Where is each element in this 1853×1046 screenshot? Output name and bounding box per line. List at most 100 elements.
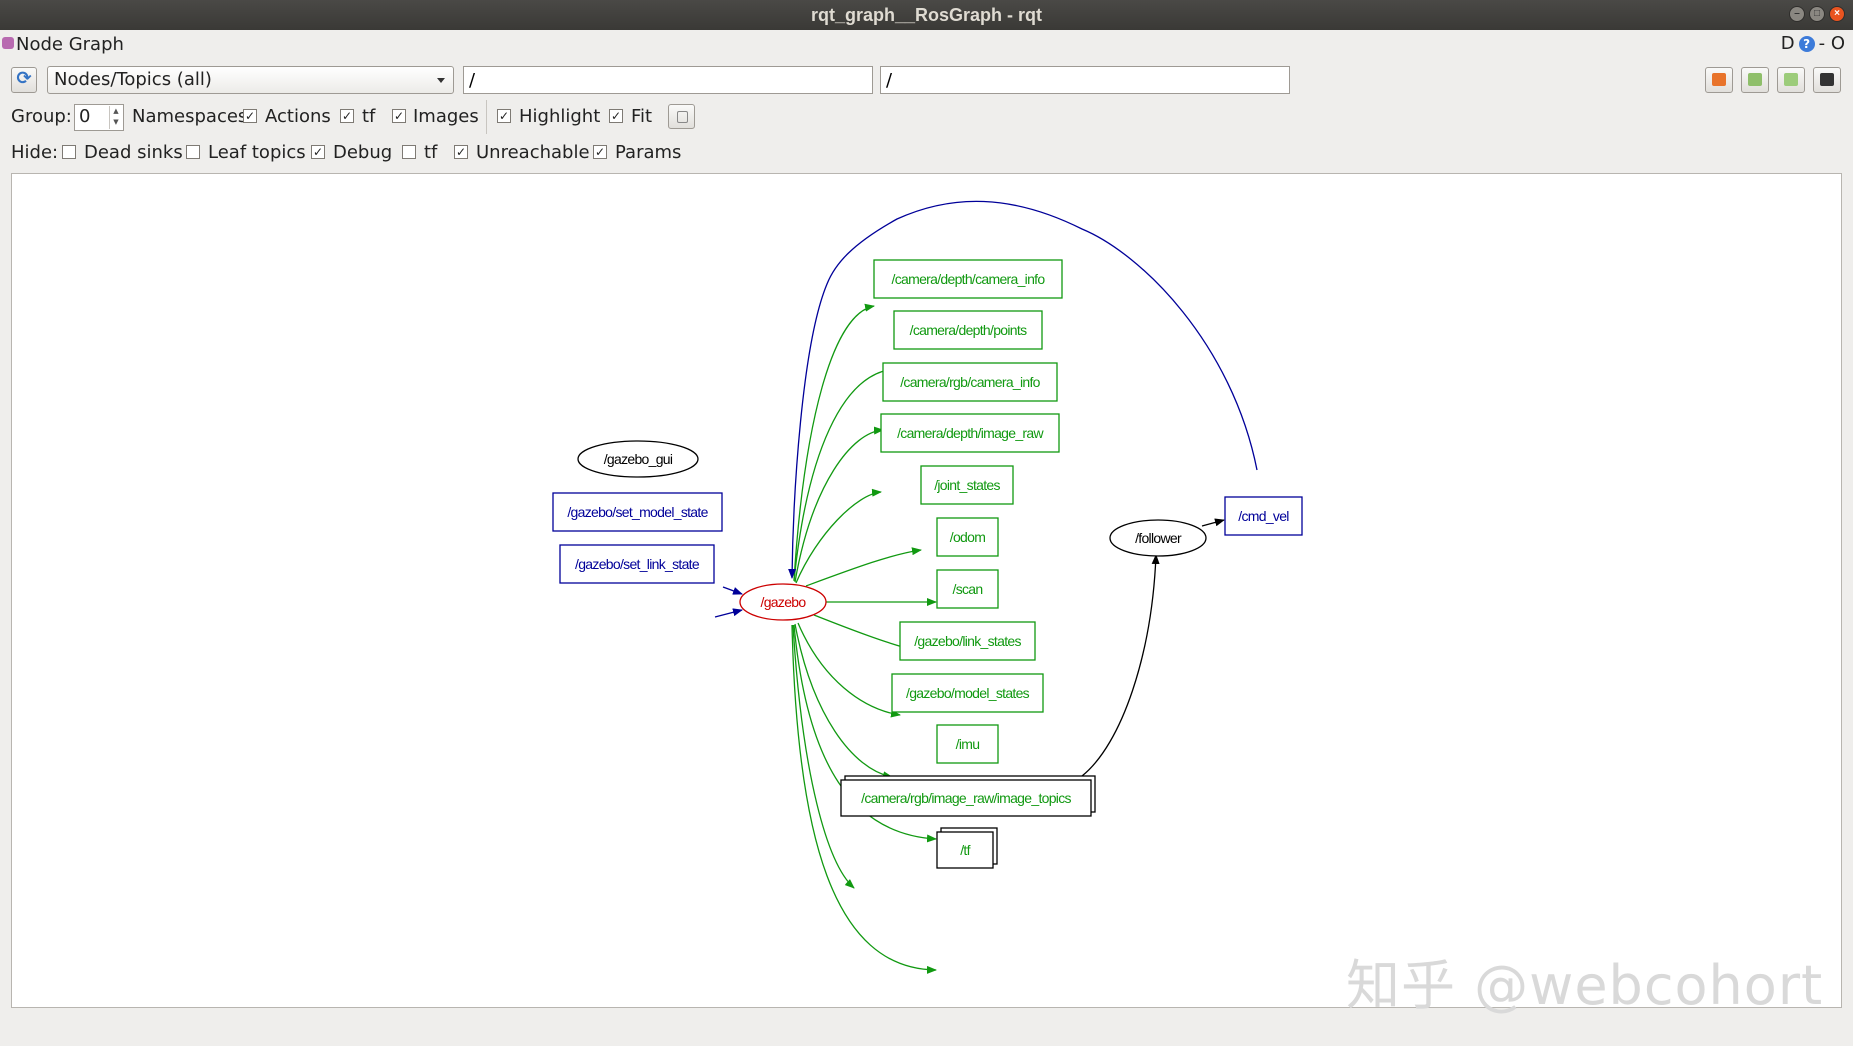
group-label: Group: <box>11 106 72 127</box>
topic-image-topics[interactable]: /camera/rgb/image_raw/image_topics <box>840 775 1096 817</box>
dead-sinks-checkbox[interactable] <box>62 145 76 159</box>
chevron-down-icon <box>437 78 445 83</box>
actions-label: Actions <box>265 106 331 127</box>
image-icon <box>1784 73 1798 86</box>
fit-in-view-button[interactable] <box>668 104 695 129</box>
topic-set-link-state[interactable]: /gazebo/set_link_state <box>559 544 715 584</box>
topic-scan[interactable]: /scan <box>936 569 999 609</box>
topic-label: /cmd_vel <box>1238 508 1289 524</box>
hide-tf-label: tf <box>424 142 438 163</box>
group-spinbox[interactable]: 0 ▲ ▼ <box>74 104 124 131</box>
debug-label: Debug <box>333 142 393 163</box>
refresh-button[interactable]: ⟳ <box>11 67 37 93</box>
topic-label: /scan <box>953 581 983 597</box>
topic-label: /gazebo/set_link_state <box>575 556 700 572</box>
topic-depth-camera-info[interactable]: /camera/depth/camera_info <box>873 259 1063 299</box>
debug-checkbox[interactable]: ✓ <box>311 145 325 159</box>
fit-label: Fit <box>631 106 653 127</box>
edge-gazebo-image-topics <box>792 624 855 889</box>
unreachable-checkbox[interactable]: ✓ <box>454 145 468 159</box>
hide-tf-checkbox[interactable] <box>402 145 416 159</box>
node-label: /gazebo <box>761 594 807 610</box>
close-icon[interactable]: × <box>1829 6 1845 22</box>
watermark: 知乎 @webcohort <box>1346 954 1824 1017</box>
highlight-checkbox[interactable]: ✓ <box>497 109 511 123</box>
topic-set-model-state[interactable]: /gazebo/set_model_state <box>552 492 723 532</box>
topic-filter-input[interactable] <box>880 66 1290 94</box>
save-dot-button[interactable] <box>1741 67 1769 93</box>
node-filter-input[interactable] <box>463 66 873 94</box>
topic-joint-states[interactable]: /joint_states <box>920 465 1014 505</box>
topic-rgb-camera-info[interactable]: /camera/rgb/camera_info <box>882 362 1058 402</box>
follower-edges <box>1081 518 1225 777</box>
unreachable-label: Unreachable <box>476 142 590 163</box>
plugin-icon <box>2 37 14 49</box>
save-image-button[interactable] <box>1813 67 1841 93</box>
maximize-icon[interactable]: □ <box>1809 6 1825 22</box>
topic-label: /gazebo/set_model_state <box>567 504 708 520</box>
topic-link-states[interactable]: /gazebo/link_states <box>899 621 1036 661</box>
edge-gazebo-link-states <box>797 622 901 718</box>
group-value: 0 <box>79 106 91 127</box>
topic-odom[interactable]: /odom <box>936 517 999 557</box>
spin-arrows-icon[interactable]: ▲ ▼ <box>109 106 122 129</box>
close-plugin-button[interactable]: - O <box>1819 33 1845 54</box>
ros-graph[interactable]: /gazebo_gui /gazebo /follower /gazebo/se… <box>12 174 1842 1008</box>
topic-depth-image-raw[interactable]: /camera/depth/image_raw <box>880 413 1060 453</box>
tf-checkbox[interactable]: ✓ <box>392 109 406 123</box>
window-titlebar: rqt_graph__RosGraph - rqt – □ × <box>0 0 1853 30</box>
refresh-icon: ⟳ <box>16 68 32 89</box>
plugin-title: Node Graph <box>16 34 124 55</box>
save-icon <box>1748 73 1762 86</box>
edge-follower-cmd-vel <box>1201 518 1225 527</box>
plugin-header-controls: D ? - O <box>1781 33 1845 54</box>
topic-depth-points[interactable]: /camera/depth/points <box>893 310 1043 350</box>
leaf-topics-label: Leaf topics <box>208 142 306 163</box>
topic-label: /imu <box>956 736 980 752</box>
topic-label: /camera/depth/camera_info <box>892 271 1046 287</box>
topic-label: /tf <box>960 842 970 858</box>
params-label: Params <box>615 142 682 163</box>
actions-checkbox[interactable]: ✓ <box>340 109 354 123</box>
edge-image-topics-follower <box>1081 554 1160 777</box>
edge-gazebo-depth-camera-info <box>793 303 875 581</box>
dead-sinks-label: Dead sinks <box>84 142 183 163</box>
graph-mode-select[interactable]: Nodes/Topics (all) <box>47 66 454 94</box>
screen-icon <box>1820 73 1834 86</box>
topic-label: /gazebo/model_states <box>906 685 1030 701</box>
edge-gazebo-joint-states <box>805 547 922 587</box>
topic-label: /gazebo/link_states <box>914 633 1021 649</box>
topic-cmd-vel[interactable]: /cmd_vel <box>1224 496 1303 536</box>
topic-imu[interactable]: /imu <box>936 724 999 764</box>
window-controls: – □ × <box>1789 6 1845 22</box>
topic-tf[interactable]: /tf <box>936 827 998 869</box>
node-label: /gazebo_gui <box>604 451 673 467</box>
hide-label: Hide: <box>11 142 59 163</box>
dock-button[interactable]: D <box>1781 33 1795 54</box>
namespaces-label: Namespaces <box>132 106 248 127</box>
help-icon[interactable]: ? <box>1798 35 1815 52</box>
leaf-topics-checkbox[interactable] <box>186 145 200 159</box>
load-dot-button[interactable] <box>1705 67 1733 93</box>
save-svg-button[interactable] <box>1777 67 1805 93</box>
minimize-icon[interactable]: – <box>1789 6 1805 22</box>
fit-icon <box>677 111 688 123</box>
folder-icon <box>1712 73 1726 86</box>
topic-label: /camera/depth/image_raw <box>897 425 1044 441</box>
node-gazebo-gui[interactable]: /gazebo_gui <box>577 440 699 478</box>
node-follower[interactable]: /follower <box>1109 519 1207 557</box>
edge-gazebo-depth-points <box>793 365 895 582</box>
highlight-label: Highlight <box>519 106 601 127</box>
topic-label: /joint_states <box>934 477 1000 493</box>
topic-model-states[interactable]: /gazebo/model_states <box>891 673 1044 713</box>
divider <box>486 100 487 134</box>
graph-canvas[interactable]: /gazebo_gui /gazebo /follower /gazebo/se… <box>11 173 1842 1008</box>
namespaces-checkbox[interactable]: ✓ <box>243 109 257 123</box>
fit-checkbox[interactable]: ✓ <box>609 109 623 123</box>
topic-label: /camera/depth/points <box>910 322 1027 338</box>
topic-label: /camera/rgb/image_raw/image_topics <box>861 790 1071 806</box>
window-title: rqt_graph__RosGraph - rqt <box>810 5 1043 25</box>
node-gazebo[interactable]: /gazebo <box>739 583 827 621</box>
params-checkbox[interactable]: ✓ <box>593 145 607 159</box>
tf-label: tf <box>362 106 376 127</box>
